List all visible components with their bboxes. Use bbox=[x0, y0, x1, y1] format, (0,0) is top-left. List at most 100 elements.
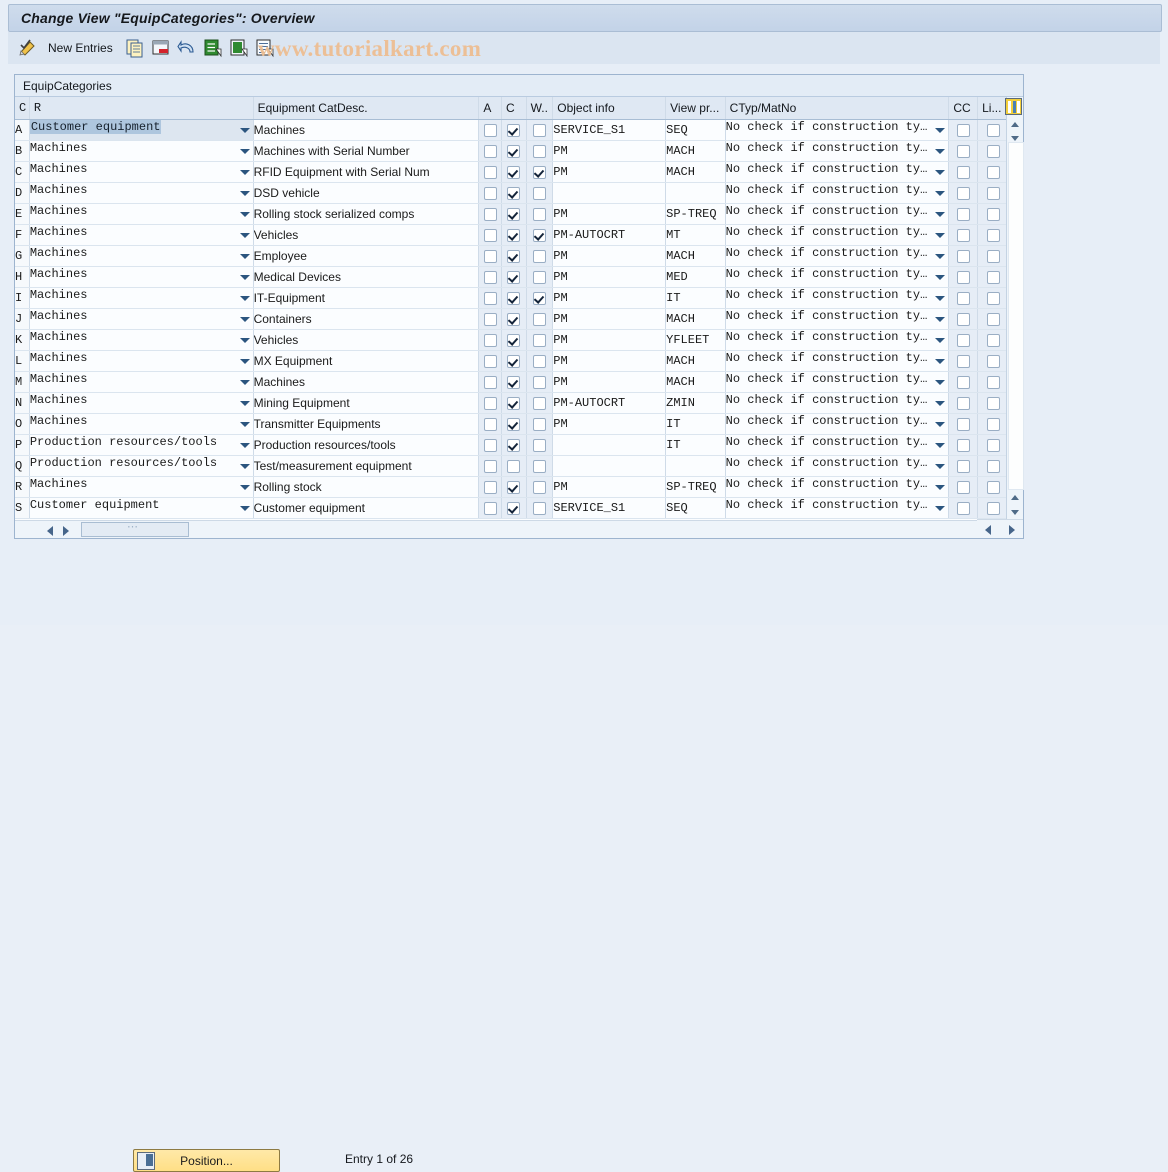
checkbox-a-icon[interactable] bbox=[484, 502, 497, 515]
cell-ctyp-matno[interactable]: No check if construction ty… bbox=[725, 308, 949, 329]
cell-checkbox-cc[interactable] bbox=[949, 203, 978, 224]
chevron-down-icon[interactable] bbox=[934, 183, 946, 203]
cell-checkbox-c[interactable] bbox=[501, 476, 526, 497]
cell-ctyp-matno[interactable]: No check if construction ty… bbox=[725, 287, 949, 308]
cell-view-profile[interactable] bbox=[666, 182, 726, 203]
checkbox-c-icon[interactable] bbox=[507, 166, 520, 179]
cell-view-profile[interactable]: MACH bbox=[666, 161, 726, 182]
checkbox-cc-icon[interactable] bbox=[957, 292, 970, 305]
checkbox-c-icon[interactable] bbox=[507, 397, 520, 410]
column-header-a[interactable]: A bbox=[479, 97, 502, 119]
table-row[interactable]: DMachinesDSD vehicleNo check if construc… bbox=[15, 182, 1009, 203]
cell-checkbox-a[interactable] bbox=[479, 434, 502, 455]
checkbox-w-icon[interactable] bbox=[533, 145, 546, 158]
cell-checkbox-a[interactable] bbox=[479, 497, 502, 518]
checkbox-cc-icon[interactable] bbox=[957, 124, 970, 137]
cell-checkbox-cc[interactable] bbox=[949, 413, 978, 434]
scroll-left-end-button[interactable] bbox=[981, 522, 996, 536]
cell-reference-category[interactable]: Customer equipment bbox=[29, 119, 253, 140]
cell-equipment-cat-desc[interactable]: Production resources/tools bbox=[253, 434, 479, 455]
checkbox-w-icon[interactable] bbox=[533, 439, 546, 452]
checkbox-cc-icon[interactable] bbox=[957, 355, 970, 368]
cell-checkbox-c[interactable] bbox=[501, 392, 526, 413]
cell-checkbox-w[interactable] bbox=[526, 119, 553, 140]
cell-checkbox-li[interactable] bbox=[978, 434, 1009, 455]
checkbox-a-icon[interactable] bbox=[484, 334, 497, 347]
cell-checkbox-cc[interactable] bbox=[949, 161, 978, 182]
cell-equipment-cat-desc[interactable]: IT-Equipment bbox=[253, 287, 479, 308]
column-header-objinfo[interactable]: Object info bbox=[553, 97, 666, 119]
table-row[interactable]: ACustomer equipmentMachinesSERVICE_S1SEQ… bbox=[15, 119, 1009, 140]
chevron-down-icon[interactable] bbox=[934, 225, 946, 245]
cell-equipment-cat-desc[interactable]: Rolling stock serialized comps bbox=[253, 203, 479, 224]
cell-ctyp-matno[interactable]: No check if construction ty… bbox=[725, 350, 949, 371]
cell-view-profile[interactable]: MACH bbox=[666, 140, 726, 161]
cell-equipment-cat-desc[interactable]: Machines bbox=[253, 371, 479, 392]
cell-checkbox-cc[interactable] bbox=[949, 182, 978, 203]
cell-ctyp-matno[interactable]: No check if construction ty… bbox=[725, 161, 949, 182]
checkbox-w-icon[interactable] bbox=[533, 292, 546, 305]
column-header-ctyp[interactable]: CTyp/MatNo bbox=[725, 97, 949, 119]
checkbox-li-icon[interactable] bbox=[987, 418, 1000, 431]
cell-view-profile[interactable]: IT bbox=[666, 287, 726, 308]
cell-checkbox-a[interactable] bbox=[479, 329, 502, 350]
vertical-scrollbar[interactable] bbox=[1006, 97, 1023, 520]
cell-checkbox-c[interactable] bbox=[501, 308, 526, 329]
table-row[interactable]: PProduction resources/toolsProduction re… bbox=[15, 434, 1009, 455]
select-all-icon[interactable] bbox=[203, 38, 223, 58]
cell-checkbox-w[interactable] bbox=[526, 350, 553, 371]
cell-checkbox-cc[interactable] bbox=[949, 371, 978, 392]
checkbox-w-icon[interactable] bbox=[533, 271, 546, 284]
cell-checkbox-cc[interactable] bbox=[949, 308, 978, 329]
cell-view-profile[interactable]: SP-TREQ bbox=[666, 203, 726, 224]
cell-checkbox-c[interactable] bbox=[501, 140, 526, 161]
cell-checkbox-w[interactable] bbox=[526, 140, 553, 161]
cell-checkbox-a[interactable] bbox=[479, 140, 502, 161]
cell-equipment-cat-desc[interactable]: DSD vehicle bbox=[253, 182, 479, 203]
cell-checkbox-w[interactable] bbox=[526, 434, 553, 455]
cell-ctyp-matno[interactable]: No check if construction ty… bbox=[725, 497, 949, 518]
table-row[interactable]: KMachinesVehiclesPMYFLEETNo check if con… bbox=[15, 329, 1009, 350]
cell-checkbox-li[interactable] bbox=[978, 308, 1009, 329]
cell-ctyp-matno[interactable]: No check if construction ty… bbox=[725, 224, 949, 245]
checkbox-a-icon[interactable] bbox=[484, 418, 497, 431]
cell-reference-category[interactable]: Machines bbox=[29, 371, 253, 392]
cell-checkbox-c[interactable] bbox=[501, 455, 526, 476]
chevron-down-icon[interactable] bbox=[239, 414, 251, 434]
checkbox-a-icon[interactable] bbox=[484, 250, 497, 263]
checkbox-li-icon[interactable] bbox=[987, 292, 1000, 305]
chevron-down-icon[interactable] bbox=[934, 414, 946, 434]
checkbox-c-icon[interactable] bbox=[507, 271, 520, 284]
cell-checkbox-a[interactable] bbox=[479, 455, 502, 476]
cell-ctyp-matno[interactable]: No check if construction ty… bbox=[725, 455, 949, 476]
table-row[interactable]: JMachinesContainersPMMACHNo check if con… bbox=[15, 308, 1009, 329]
table-row[interactable]: EMachinesRolling stock serialized compsP… bbox=[15, 203, 1009, 224]
checkbox-cc-icon[interactable] bbox=[957, 271, 970, 284]
cell-checkbox-cc[interactable] bbox=[949, 266, 978, 287]
scroll-right-end-button[interactable] bbox=[1004, 522, 1019, 536]
cell-checkbox-a[interactable] bbox=[479, 119, 502, 140]
scroll-page-up-button[interactable] bbox=[1007, 490, 1023, 504]
cell-view-profile[interactable]: SEQ bbox=[666, 497, 726, 518]
cell-object-info[interactable]: PM bbox=[553, 308, 666, 329]
cell-object-info[interactable]: PM-AUTOCRT bbox=[553, 224, 666, 245]
cell-ctyp-matno[interactable]: No check if construction ty… bbox=[725, 413, 949, 434]
table-row[interactable]: OMachinesTransmitter EquipmentsPMITNo ch… bbox=[15, 413, 1009, 434]
cell-checkbox-li[interactable] bbox=[978, 224, 1009, 245]
cell-view-profile[interactable]: YFLEET bbox=[666, 329, 726, 350]
checkbox-c-icon[interactable] bbox=[507, 229, 520, 242]
checkbox-c-icon[interactable] bbox=[507, 313, 520, 326]
checkbox-cc-icon[interactable] bbox=[957, 334, 970, 347]
cell-equipment-cat-desc[interactable]: Vehicles bbox=[253, 224, 479, 245]
checkbox-w-icon[interactable] bbox=[533, 418, 546, 431]
table-row[interactable]: IMachinesIT-EquipmentPMITNo check if con… bbox=[15, 287, 1009, 308]
column-header-cc[interactable]: CC bbox=[949, 97, 978, 119]
checkbox-w-icon[interactable] bbox=[533, 124, 546, 137]
cell-object-info[interactable]: PM bbox=[553, 476, 666, 497]
cell-ctyp-matno[interactable]: No check if construction ty… bbox=[725, 371, 949, 392]
checkbox-li-icon[interactable] bbox=[987, 208, 1000, 221]
column-header-c[interactable]: C bbox=[501, 97, 526, 119]
cell-checkbox-cc[interactable] bbox=[949, 119, 978, 140]
chevron-down-icon[interactable] bbox=[239, 183, 251, 203]
cell-checkbox-a[interactable] bbox=[479, 371, 502, 392]
